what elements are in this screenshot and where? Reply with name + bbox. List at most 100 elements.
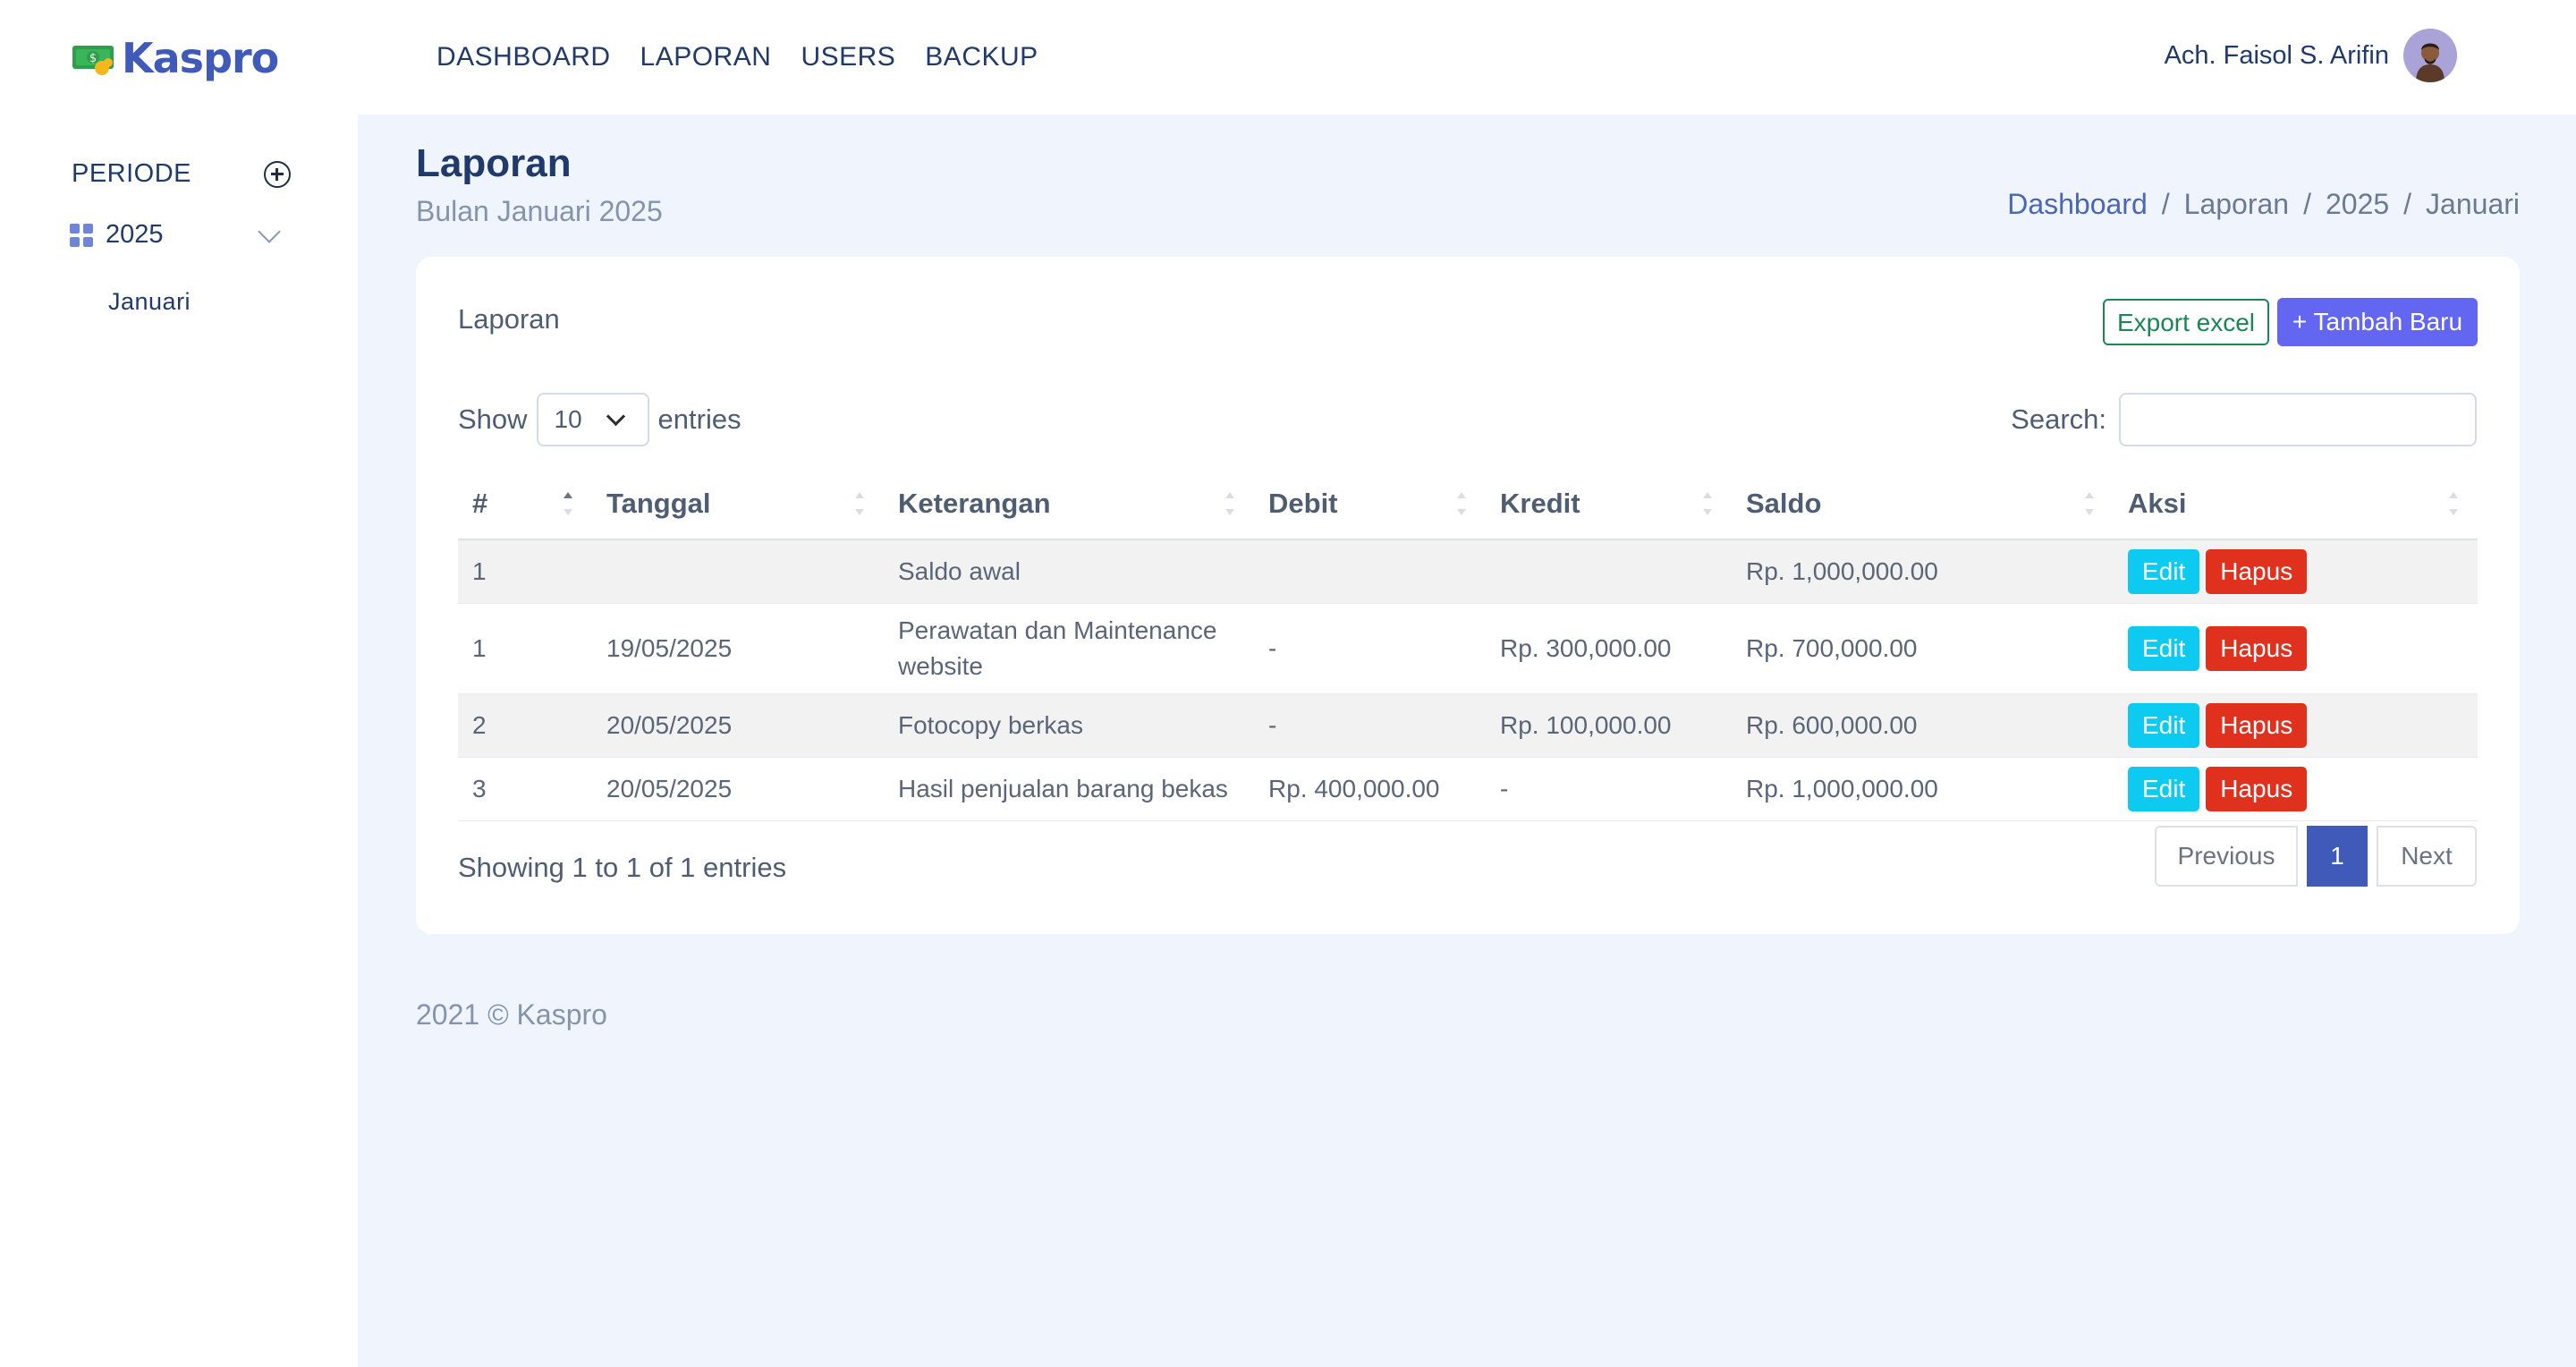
chevron-down-icon [606, 406, 625, 426]
edit-button[interactable]: Edit [2128, 703, 2200, 748]
column-header-debit[interactable]: Debit [1254, 469, 1486, 540]
avatar[interactable] [2403, 29, 2457, 82]
main-nav: DASHBOARD LAPORAN USERS BACKUP [436, 36, 1068, 79]
edit-button[interactable]: Edit [2128, 549, 2200, 594]
user-menu[interactable]: Ach. Faisol S. Arifin [2165, 29, 2457, 82]
cell-keterangan: Perawatan dan Maintenance website [884, 603, 1254, 694]
nav-dashboard[interactable]: DASHBOARD [436, 36, 611, 79]
cell-kredit [1486, 539, 1732, 604]
cell-no: 3 [458, 757, 592, 821]
cell-tanggal: 20/05/2025 [592, 693, 884, 758]
breadcrumb-separator: / [2403, 188, 2412, 220]
table-row: 2 20/05/2025 Fotocopy berkas - Rp. 100,0… [458, 693, 2478, 758]
cell-keterangan: Saldo awal [884, 539, 1254, 604]
cell-aksi: Edit Hapus [2114, 757, 2478, 821]
sidebar-year-label: 2025 [106, 220, 164, 249]
page-1-button[interactable]: 1 [2307, 826, 2368, 887]
sidebar-item-januari[interactable]: Januari [108, 288, 191, 316]
cell-tanggal: 19/05/2025 [592, 603, 884, 694]
nav-users[interactable]: USERS [801, 36, 895, 79]
delete-button[interactable]: Hapus [2206, 703, 2308, 748]
sort-icon [1703, 492, 1712, 515]
next-page-button[interactable]: Next [2377, 826, 2477, 887]
sort-icon [2085, 492, 2094, 515]
search-input[interactable] [2119, 393, 2477, 446]
nav-backup[interactable]: BACKUP [925, 36, 1038, 79]
page-title: Laporan [416, 141, 572, 185]
sort-icon [1225, 492, 1234, 515]
cell-no: 1 [458, 539, 592, 604]
nav-laporan[interactable]: LAPORAN [640, 36, 772, 79]
money-icon: $ [72, 36, 116, 81]
card-title: Laporan [458, 303, 560, 335]
page-length-select[interactable]: 10 [536, 393, 649, 446]
sort-icon [855, 492, 864, 515]
breadcrumb-dashboard[interactable]: Dashboard [2007, 188, 2148, 221]
edit-button[interactable]: Edit [2128, 767, 2200, 811]
cell-debit: - [1254, 603, 1486, 694]
delete-button[interactable]: Hapus [2206, 549, 2308, 594]
cell-debit [1254, 539, 1486, 604]
grid-icon [70, 223, 93, 247]
table-search: Search: [2011, 393, 2477, 446]
table-header-row: # Tanggal Keterangan Debit Kredit Saldo … [458, 469, 2478, 540]
page-length-value: 10 [554, 405, 582, 433]
cell-no: 1 [458, 603, 592, 694]
column-header-no[interactable]: # [458, 469, 592, 540]
breadcrumb-month: Januari [2426, 188, 2520, 220]
column-header-label: Keterangan [898, 488, 1051, 519]
cell-kredit: Rp. 100,000.00 [1486, 693, 1732, 758]
cell-no: 2 [458, 693, 592, 758]
user-name: Ach. Faisol S. Arifin [2164, 40, 2389, 70]
column-header-saldo[interactable]: Saldo [1732, 469, 2114, 540]
main-content: Laporan Bulan Januari 2025 Dashboard / L… [358, 115, 2576, 1367]
cell-saldo: Rp. 1,000,000.00 [1732, 539, 2114, 604]
cell-saldo: Rp. 1,000,000.00 [1732, 757, 2114, 821]
delete-button[interactable]: Hapus [2206, 626, 2308, 671]
column-header-kredit[interactable]: Kredit [1486, 469, 1732, 540]
add-new-button[interactable]: + Tambah Baru [2277, 298, 2478, 346]
table-row: 1 19/05/2025 Perawatan dan Maintenance w… [458, 603, 2478, 694]
column-header-keterangan[interactable]: Keterangan [884, 469, 1254, 540]
add-periode-icon[interactable] [264, 160, 291, 188]
cell-debit: Rp. 400,000.00 [1254, 757, 1486, 821]
column-header-label: Saldo [1746, 488, 1822, 519]
periode-header: PERIODE [72, 159, 291, 189]
laporan-card: Laporan Export excel + Tambah Baru Show … [416, 257, 2520, 934]
brand-logo[interactable]: $ Kaspro [72, 34, 279, 82]
periode-label: PERIODE [72, 159, 192, 188]
cell-keterangan: Fotocopy berkas [884, 693, 1254, 758]
column-header-label: Debit [1268, 488, 1338, 519]
cell-kredit: - [1486, 757, 1732, 821]
delete-button[interactable]: Hapus [2206, 767, 2308, 811]
search-label: Search: [2011, 403, 2106, 435]
table-info: Showing 1 to 1 of 1 entries [458, 852, 787, 883]
column-header-tanggal[interactable]: Tanggal [592, 469, 884, 540]
table-row: 3 20/05/2025 Hasil penjualan barang beka… [458, 757, 2478, 821]
column-header-label: Aksi [2128, 488, 2187, 519]
previous-page-button[interactable]: Previous [2155, 826, 2298, 887]
sidebar: PERIODE 2025 Januari [0, 115, 358, 1367]
edit-button[interactable]: Edit [2128, 626, 2200, 671]
chevron-down-icon [258, 219, 281, 243]
entries-label: entries [657, 403, 741, 435]
breadcrumb-laporan: Laporan [2183, 188, 2290, 220]
cell-tanggal [592, 539, 884, 604]
cell-tanggal: 20/05/2025 [592, 757, 884, 821]
sort-icon [1457, 492, 1466, 515]
breadcrumb-separator: / [2161, 188, 2170, 220]
cell-aksi: Edit Hapus [2114, 693, 2478, 758]
breadcrumb-year: 2025 [2325, 188, 2390, 220]
cell-saldo: Rp. 700,000.00 [1732, 603, 2114, 694]
export-excel-button[interactable]: Export excel [2103, 299, 2269, 345]
footer-text: 2021 © Kaspro [416, 998, 607, 1031]
laporan-table: # Tanggal Keterangan Debit Kredit Saldo … [458, 469, 2478, 821]
table-row: 1 Saldo awal Rp. 1,000,000.00 Edit Hapus [458, 539, 2478, 604]
cell-keterangan: Hasil penjualan barang bekas [884, 757, 1254, 821]
svg-text:$: $ [89, 52, 97, 65]
breadcrumb-separator: / [2303, 188, 2311, 220]
sidebar-item-year[interactable]: 2025 [70, 219, 284, 250]
column-header-aksi[interactable]: Aksi [2114, 469, 2478, 540]
show-label: Show [458, 403, 528, 435]
column-header-label: # [472, 488, 488, 519]
